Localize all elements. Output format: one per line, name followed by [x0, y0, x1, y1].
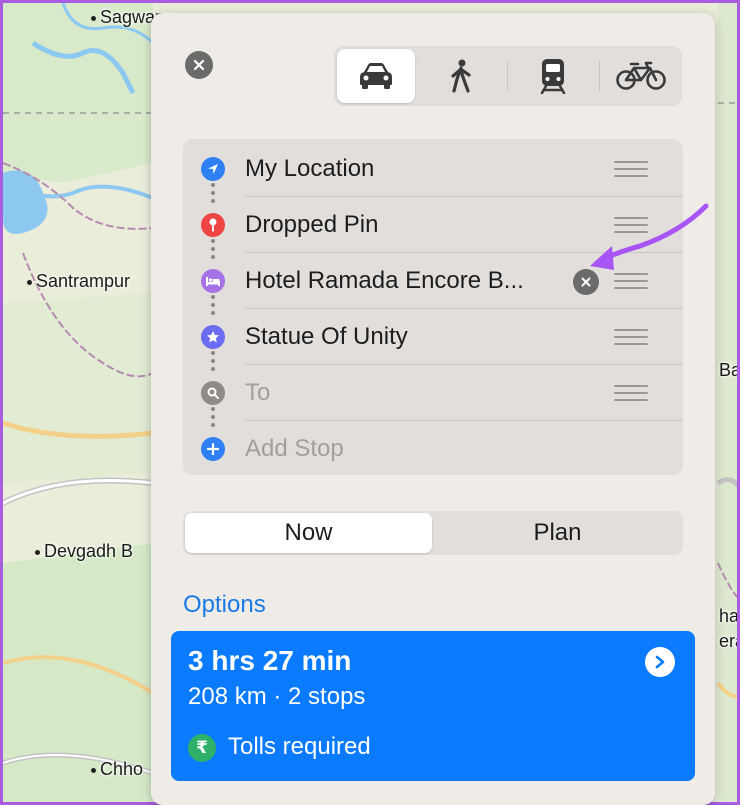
bed-icon — [201, 269, 225, 293]
route-summary: 208 km · 2 stops — [188, 683, 366, 710]
cycling-mode-button[interactable] — [602, 49, 679, 103]
drag-handle[interactable] — [614, 329, 648, 345]
stop-row-to[interactable]: To — [183, 365, 683, 421]
star-icon — [201, 325, 225, 349]
map-place-label: era — [719, 631, 737, 651]
close-icon — [581, 277, 591, 287]
pin-icon — [201, 213, 225, 237]
search-icon — [201, 381, 225, 405]
place-dot — [91, 767, 96, 773]
close-button[interactable] — [185, 51, 213, 79]
transport-mode-selector — [334, 46, 682, 106]
plan-button[interactable]: Plan — [434, 513, 681, 553]
stop-label: Dropped Pin — [245, 211, 379, 238]
stop-row-hotel[interactable]: Hotel Ramada Encore B... — [183, 253, 683, 309]
car-icon — [360, 63, 392, 89]
route-details-button[interactable] — [645, 647, 675, 677]
location-arrow-icon — [201, 157, 225, 181]
place-dot — [35, 549, 40, 555]
close-icon — [193, 59, 205, 71]
destination-input[interactable]: To — [245, 379, 270, 407]
map-place-label: Devgadh B — [35, 541, 133, 562]
stop-row-statue-of-unity[interactable]: Statue Of Unity — [183, 309, 683, 365]
add-stop-label: Add Stop — [245, 435, 344, 462]
bicycle-icon — [615, 61, 666, 90]
route-result-card[interactable]: 3 hrs 27 min 208 km · 2 stops ₹ Tolls re… — [171, 631, 695, 781]
map-place-label: har — [719, 606, 740, 626]
train-icon — [540, 59, 566, 94]
now-button[interactable]: Now — [185, 513, 432, 553]
chevron-right-icon — [655, 655, 665, 669]
walking-mode-button[interactable] — [418, 49, 504, 103]
plus-icon — [201, 437, 225, 461]
walking-person-icon — [451, 59, 471, 93]
route-duration: 3 hrs 27 min — [188, 645, 352, 676]
drag-handle[interactable] — [614, 161, 648, 177]
mode-divider — [507, 60, 508, 92]
place-dot — [91, 15, 96, 21]
clear-stop-button[interactable] — [573, 269, 599, 295]
route-stops-list: My Location Dropped Pin Hotel Ramada Enc… — [183, 139, 683, 475]
rupee-icon: ₹ — [188, 734, 216, 762]
stop-row-dropped-pin[interactable]: Dropped Pin — [183, 197, 683, 253]
stop-label: My Location — [245, 155, 375, 182]
map-place-label: Chho — [91, 759, 143, 780]
stop-row-my-location[interactable]: My Location — [183, 141, 683, 197]
directions-panel: My Location Dropped Pin Hotel Ramada Enc… — [151, 13, 715, 805]
drag-handle[interactable] — [614, 217, 648, 233]
stop-label: Statue Of Unity — [245, 323, 408, 350]
mode-divider — [599, 60, 600, 92]
departure-time-segment: Now Plan — [183, 511, 683, 555]
drag-handle[interactable] — [614, 385, 648, 401]
place-dot — [27, 279, 32, 285]
stop-label: Hotel Ramada Encore B... — [245, 267, 524, 294]
options-link[interactable]: Options — [183, 591, 266, 619]
add-stop-button[interactable]: Add Stop — [183, 421, 683, 477]
tolls-label: Tolls required — [228, 733, 371, 760]
driving-mode-button[interactable] — [337, 49, 415, 103]
drag-handle[interactable] — [614, 273, 648, 289]
map-place-label: Ba — [719, 360, 740, 380]
map-place-label: Santrampur — [27, 271, 130, 292]
transit-mode-button[interactable] — [510, 49, 596, 103]
